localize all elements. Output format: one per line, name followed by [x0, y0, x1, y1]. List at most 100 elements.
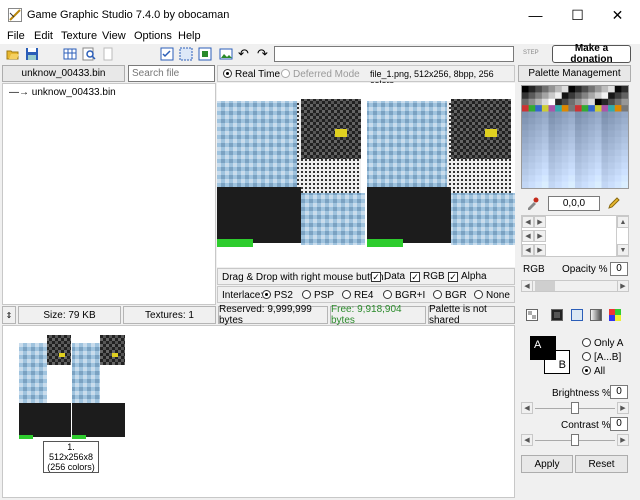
palette-swatch[interactable] [581, 105, 589, 112]
brightness-inc[interactable]: ▶ [617, 402, 629, 414]
palette-swatch[interactable] [555, 117, 563, 125]
menu-edit[interactable]: Edit [34, 30, 53, 43]
palette-swatch[interactable] [575, 168, 582, 176]
palette-swatch[interactable] [522, 143, 529, 151]
search-file-input[interactable]: Search file [128, 65, 215, 82]
rgb-checkbox[interactable]: ✓ RGB [410, 271, 445, 282]
palette-swatch[interactable] [561, 111, 569, 119]
redo-icon[interactable]: ↷ [257, 46, 268, 62]
palette-swatch[interactable] [608, 162, 616, 170]
palette-swatch[interactable] [568, 162, 576, 170]
palette-swatch[interactable] [581, 149, 589, 157]
palette-swatch[interactable] [535, 175, 543, 182]
palette-swatch[interactable] [548, 98, 556, 106]
palette-swatch[interactable] [575, 105, 582, 112]
palette-swatch[interactable] [601, 92, 609, 100]
palette-swatch[interactable] [588, 111, 596, 119]
palette-swatch[interactable] [528, 130, 536, 138]
menu-help[interactable]: Help [178, 30, 201, 43]
apply-button[interactable]: Apply [521, 455, 573, 473]
palette-swatch[interactable] [548, 149, 556, 157]
palette-swatch[interactable] [535, 117, 543, 125]
contrast-inc[interactable]: ▶ [617, 434, 629, 446]
all-radio[interactable]: All [582, 366, 605, 377]
palette-swatch[interactable] [561, 105, 569, 112]
palette-swatch[interactable] [581, 181, 589, 189]
palette-swatch[interactable] [588, 105, 596, 112]
select-area-icon[interactable] [179, 47, 193, 61]
palette-swatch[interactable] [561, 168, 569, 176]
palette-swatch[interactable] [575, 175, 582, 182]
palette-swatch[interactable] [614, 137, 622, 144]
palette-swatch[interactable] [541, 92, 549, 100]
green-right-arrow[interactable]: ▶ [534, 230, 546, 242]
palette-swatch[interactable] [535, 105, 543, 112]
palette-swatch[interactable] [608, 92, 616, 100]
palette-swatch[interactable] [601, 175, 609, 182]
palette-swatch[interactable] [522, 111, 529, 119]
palette-swatch[interactable] [581, 86, 589, 93]
palette-swatch[interactable] [528, 156, 536, 163]
menu-view[interactable]: View [102, 30, 126, 43]
palette-swatch[interactable] [568, 137, 576, 144]
palette-swatch[interactable] [588, 130, 596, 138]
palette-swatch[interactable] [581, 92, 589, 100]
palette-swatch[interactable] [621, 86, 629, 93]
fit-view-icon[interactable] [198, 47, 212, 61]
palette-swatch[interactable] [522, 130, 529, 138]
palette-swatch[interactable] [541, 98, 549, 106]
palette-swatch[interactable] [594, 181, 602, 189]
palette-swatch[interactable] [614, 92, 622, 100]
close-button[interactable]: ✕ [595, 0, 640, 30]
palette-swatch[interactable] [588, 149, 596, 157]
grid-view-icon[interactable] [63, 47, 77, 61]
palette-swatch[interactable] [528, 111, 536, 119]
palette-swatch[interactable] [621, 181, 629, 189]
palette-swatch[interactable] [581, 143, 589, 151]
gradient-swatch-icon[interactable] [590, 309, 602, 321]
palette-swatch[interactable] [522, 181, 529, 189]
palette-swatch[interactable] [555, 137, 563, 144]
palette-swatch[interactable] [621, 124, 629, 131]
palette-swatch[interactable] [588, 181, 596, 189]
palette-swatch[interactable] [575, 98, 582, 106]
file-tab[interactable]: unknow_00433.bin [2, 65, 125, 82]
brightness-slider[interactable]: ◀ ▶ [521, 402, 629, 414]
palette-swatch[interactable] [528, 86, 536, 93]
palette-swatch[interactable] [608, 130, 616, 138]
palette-swatch[interactable] [575, 149, 582, 157]
palette-swatch[interactable] [601, 181, 609, 189]
palette-swatch[interactable] [621, 156, 629, 163]
palette-swatch[interactable] [594, 98, 602, 106]
palette-swatch[interactable] [588, 86, 596, 93]
palette-swatch[interactable] [522, 105, 529, 112]
palette-swatch[interactable] [522, 162, 529, 170]
palette-swatch[interactable] [608, 86, 616, 93]
data-checkbox[interactable]: ✓ Data [371, 271, 405, 282]
palette-swatch[interactable] [621, 117, 629, 125]
palette-swatch[interactable] [594, 124, 602, 131]
palette-swatch[interactable] [601, 86, 609, 93]
palette-swatch[interactable] [614, 105, 622, 112]
palette-swatch[interactable] [535, 143, 543, 151]
palette-swatch[interactable] [561, 124, 569, 131]
contrast-slider[interactable]: ◀ ▶ [521, 434, 629, 446]
palette-swatch[interactable] [548, 175, 556, 182]
palette-swatch[interactable] [568, 86, 576, 93]
ab-color-selector[interactable]: B A [530, 336, 572, 376]
contrast-dec[interactable]: ◀ [521, 434, 533, 446]
undo-icon[interactable]: ↶ [238, 46, 249, 62]
palette-swatch[interactable] [581, 124, 589, 131]
image-icon[interactable] [219, 47, 233, 61]
maximize-button[interactable]: ☐ [555, 0, 600, 30]
palette-swatch[interactable] [568, 156, 576, 163]
palette-swatch[interactable] [561, 117, 569, 125]
mode-realtime-radio[interactable]: Real Time [223, 69, 280, 80]
palette-swatch[interactable] [548, 137, 556, 144]
palette-swatch[interactable] [555, 181, 563, 189]
palette-management-header[interactable]: Palette Management [518, 65, 631, 82]
palette-swatch[interactable] [548, 162, 556, 170]
rgb-scrollbar[interactable]: ▲ ▼ [616, 216, 629, 256]
palette-swatch[interactable] [614, 86, 622, 93]
palette-swatch[interactable] [541, 149, 549, 157]
